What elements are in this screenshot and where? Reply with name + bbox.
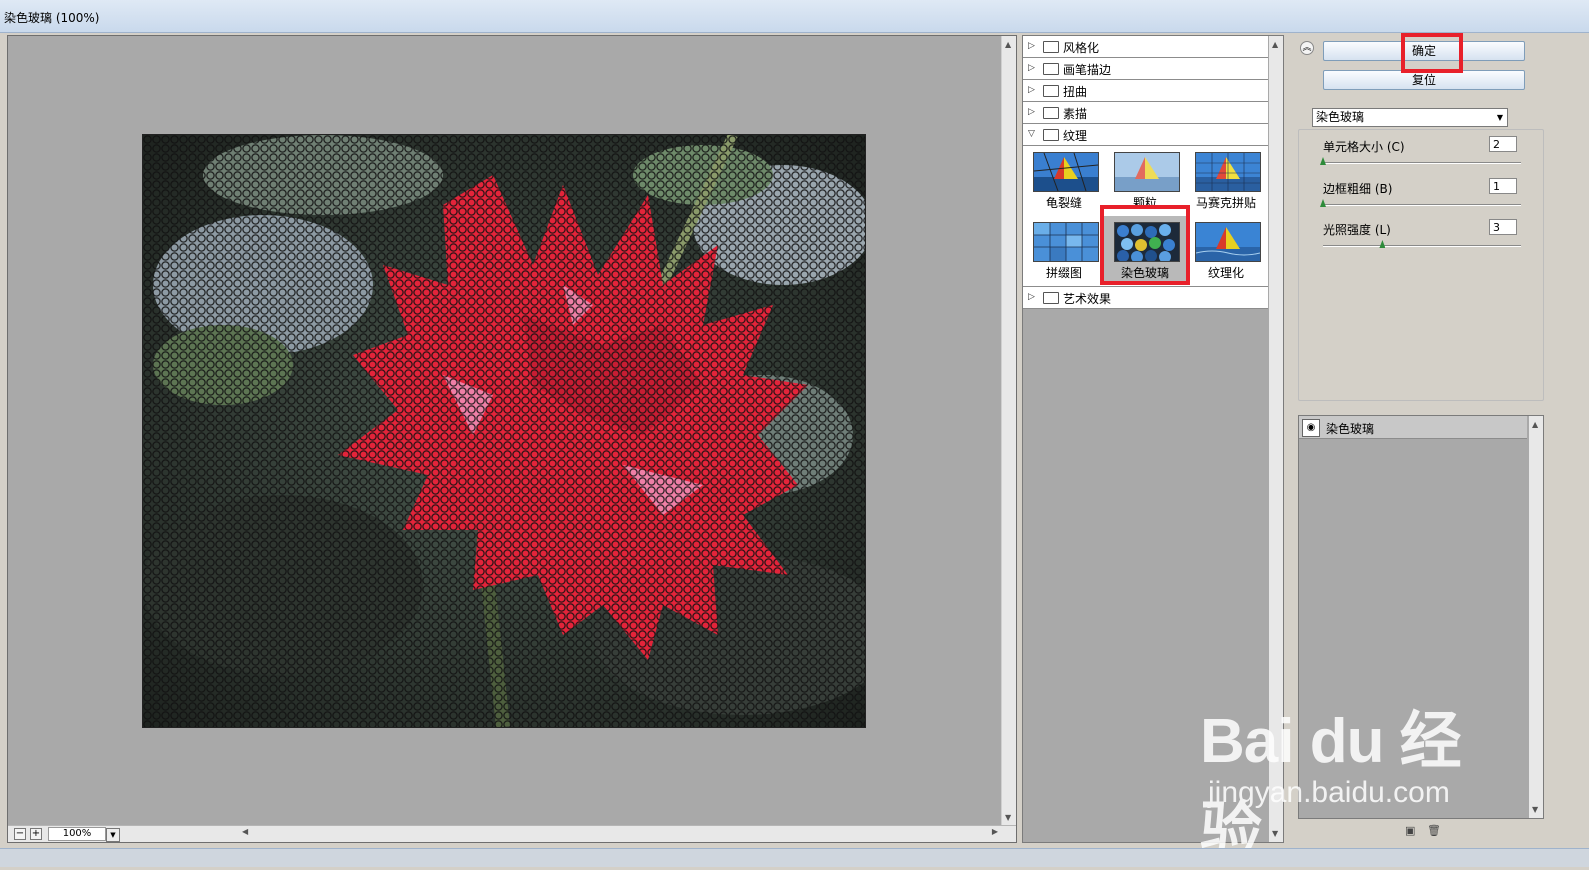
expand-triangle-icon[interactable]: ▷ xyxy=(1028,107,1035,117)
filter-params-box: 单元格大小 (C) 2 边框粗细 (B) 1 光照强度 (L) 3 xyxy=(1298,129,1544,401)
scroll-down-icon[interactable]: ▼ xyxy=(1005,813,1011,822)
scroll-up-icon[interactable]: ▲ xyxy=(1005,40,1011,49)
preview-status-bar: − + 100% ▼ ◀ ▶ xyxy=(8,825,1016,842)
category-label: 画笔描边 xyxy=(1063,63,1112,77)
preview-image[interactable] xyxy=(142,134,866,728)
filter-controls: ︽ 确定 复位 染色玻璃 ▼ 单元格大小 (C) 2 边框粗细 (B) 1 光照… xyxy=(1296,35,1546,401)
scroll-left-icon[interactable]: ◀ xyxy=(242,827,248,836)
filter-thumb-label: 纹理化 xyxy=(1207,266,1244,280)
expand-triangle-icon[interactable]: ▷ xyxy=(1028,63,1035,73)
preview-vertical-scrollbar[interactable]: ▲ ▼ xyxy=(1001,36,1016,826)
folder-icon xyxy=(1043,41,1059,53)
folder-open-icon xyxy=(1043,129,1059,141)
category-distort[interactable]: ▷ 扭曲 xyxy=(1023,80,1268,102)
baidu-watermark: Bai du 经验 jingyan.baidu.com xyxy=(1200,680,1520,866)
collapse-triangle-icon[interactable]: ▽ xyxy=(1028,129,1035,139)
zoom-in-button[interactable]: + xyxy=(30,828,42,840)
zoom-level-field[interactable]: 100% xyxy=(48,827,106,841)
eye-icon[interactable]: ◉ xyxy=(1302,419,1320,437)
param-slider-track[interactable] xyxy=(1323,245,1521,247)
filter-thumb-label: 龟裂缝 xyxy=(1045,196,1082,210)
category-label: 扭曲 xyxy=(1063,85,1088,99)
filter-thumbnail-image xyxy=(1114,152,1180,192)
watermark-url: jingyan.baidu.com xyxy=(1208,776,1450,809)
expand-triangle-icon[interactable]: ▷ xyxy=(1028,292,1035,302)
scroll-down-icon[interactable]: ▼ xyxy=(1532,805,1538,814)
zoom-out-button[interactable]: − xyxy=(14,828,26,840)
filter-thumb-label: 马赛克拼贴 xyxy=(1195,196,1256,210)
category-texture[interactable]: ▽ 纹理 xyxy=(1023,124,1268,146)
filter-thumbnail-image xyxy=(1033,222,1099,262)
folder-icon xyxy=(1043,85,1059,97)
param-label: 单元格大小 (C) xyxy=(1323,140,1405,154)
param-slider-thumb[interactable] xyxy=(1320,157,1326,165)
zoom-dropdown-icon[interactable]: ▼ xyxy=(106,828,120,842)
preview-area[interactable]: ▲ ▼ − + 100% ▼ ◀ ▶ xyxy=(7,35,1017,843)
category-brush-strokes[interactable]: ▷ 画笔描边 xyxy=(1023,58,1268,80)
filter-thumb-mosaic-tiles[interactable]: 马赛克拼贴 xyxy=(1185,146,1267,214)
category-label: 素描 xyxy=(1063,107,1088,121)
reset-button[interactable]: 复位 xyxy=(1323,70,1525,90)
window-title: 染色玻璃 (100%) xyxy=(4,11,100,25)
preview-horizontal-scrollbar[interactable]: ◀ ▶ xyxy=(240,827,1000,840)
filter-thumbnail-image xyxy=(1195,222,1261,262)
stained-glass-photo xyxy=(143,135,865,727)
param-slider-thumb[interactable] xyxy=(1320,199,1326,207)
window-bottom-border xyxy=(0,848,1589,867)
filter-thumb-texturizer[interactable]: 纹理化 xyxy=(1185,216,1267,284)
param-value-input[interactable]: 2 xyxy=(1489,136,1517,152)
dropdown-arrow-icon: ▼ xyxy=(1496,113,1503,122)
layers-scrollbar[interactable]: ▲ ▼ xyxy=(1529,416,1543,818)
filter-thumbnail-image xyxy=(1195,152,1261,192)
ok-button-highlight xyxy=(1401,33,1463,73)
param-border-thickness: 边框粗细 (B) 1 xyxy=(1299,172,1543,212)
param-slider-track[interactable] xyxy=(1323,162,1521,164)
filter-select-value: 染色玻璃 xyxy=(1316,110,1365,124)
collapse-gallery-icon[interactable]: ︽ xyxy=(1300,41,1314,55)
filter-thumb-label: 拼缀图 xyxy=(1045,266,1082,280)
category-sketch[interactable]: ▷ 素描 xyxy=(1023,102,1268,124)
scroll-up-icon[interactable]: ▲ xyxy=(1272,40,1278,49)
param-label: 边框粗细 (B) xyxy=(1323,182,1393,196)
category-artistic[interactable]: ▷ 艺术效果 xyxy=(1023,287,1268,309)
param-label: 光照强度 (L) xyxy=(1323,223,1391,237)
selected-filter-highlight xyxy=(1100,205,1190,285)
scroll-right-icon[interactable]: ▶ xyxy=(992,827,998,836)
filter-thumb-craquelure[interactable]: 龟裂缝 xyxy=(1023,146,1105,214)
filter-thumb-grain[interactable]: 颗粒 xyxy=(1104,146,1186,214)
title-bar: 染色玻璃 (100%) xyxy=(0,0,1589,33)
effect-layer-row[interactable]: ◉ 染色玻璃 xyxy=(1299,416,1527,439)
param-value-input[interactable]: 1 xyxy=(1489,178,1517,194)
expand-triangle-icon[interactable]: ▷ xyxy=(1028,85,1035,95)
folder-icon xyxy=(1043,107,1059,119)
filter-thumbnail-image xyxy=(1033,152,1099,192)
param-cell-size: 单元格大小 (C) 2 xyxy=(1299,130,1543,170)
category-label: 艺术效果 xyxy=(1063,292,1112,306)
category-label: 风格化 xyxy=(1063,41,1100,55)
filter-select[interactable]: 染色玻璃 ▼ xyxy=(1312,108,1508,127)
scroll-up-icon[interactable]: ▲ xyxy=(1532,420,1538,429)
category-stylize[interactable]: ▷ 风格化 xyxy=(1023,36,1268,58)
filter-thumb-patchwork[interactable]: 拼缀图 xyxy=(1023,216,1105,284)
param-slider-thumb[interactable] xyxy=(1379,240,1386,248)
folder-icon xyxy=(1043,292,1059,304)
param-light-intensity: 光照强度 (L) 3 xyxy=(1299,213,1543,253)
param-value-input[interactable]: 3 xyxy=(1489,219,1517,235)
param-slider-track[interactable] xyxy=(1323,204,1521,206)
category-label: 纹理 xyxy=(1063,129,1088,143)
effect-layer-label: 染色玻璃 xyxy=(1326,422,1375,436)
expand-triangle-icon[interactable]: ▷ xyxy=(1028,41,1035,51)
folder-icon xyxy=(1043,63,1059,75)
